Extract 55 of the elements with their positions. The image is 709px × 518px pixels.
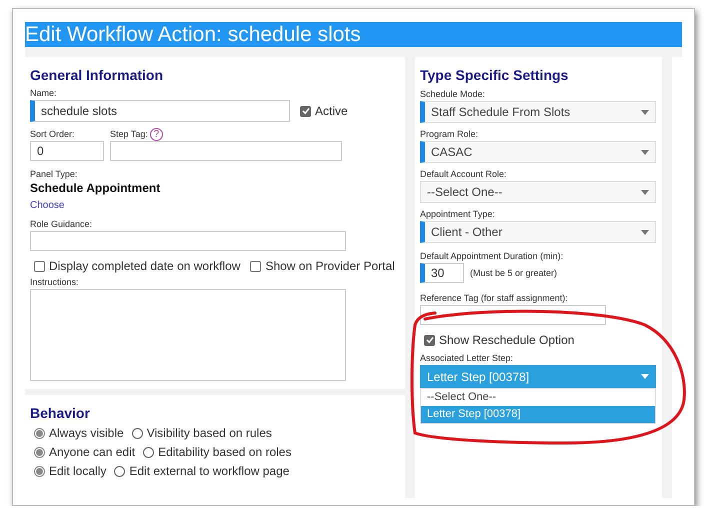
input-field[interactable]: 0 — [30, 141, 104, 161]
caret-icon — [641, 230, 649, 234]
caret-icon — [641, 374, 649, 379]
select-field[interactable]: Staff Schedule From Slots — [420, 101, 656, 123]
select-field[interactable]: --Select One-- — [420, 181, 656, 203]
caret-icon — [641, 190, 649, 194]
field-label: Name: — [30, 88, 58, 98]
radio-label: Edit locally — [49, 464, 106, 478]
radio-label: Anyone can edit — [49, 445, 136, 459]
input-field[interactable] — [110, 141, 342, 161]
field-label: Associated Letter Step: — [420, 353, 514, 363]
radio-button[interactable] — [143, 446, 154, 458]
section-heading: Behavior — [30, 405, 91, 421]
field-label: Role Guidance: — [30, 219, 94, 229]
radio-label: Edit external to workflow page — [129, 464, 290, 478]
field-label: Appointment Type: — [420, 209, 496, 219]
checkbox[interactable] — [250, 260, 262, 272]
window-title: Edit Workflow Action: schedule slots — [25, 22, 682, 47]
field-label: Default Account Role: — [420, 169, 508, 179]
field-label: Default Appointment Duration (min): — [420, 251, 564, 261]
input-field[interactable]: 30 — [420, 263, 464, 283]
radio-button[interactable] — [34, 466, 45, 476]
section-heading: Type Specific Settings — [420, 67, 570, 83]
section-heading: General Information — [30, 67, 164, 83]
field-label: Sort Order: — [30, 129, 76, 139]
checkbox-label: Display completed date on workflow — [49, 259, 240, 273]
field-label: Schedule Mode: — [420, 89, 486, 99]
field-label: Step Tag: — [110, 129, 148, 139]
checkbox[interactable] — [300, 106, 311, 116]
radio-label: Editability based on roles — [158, 445, 292, 459]
choose-link[interactable]: Choose — [30, 200, 64, 211]
radio-button[interactable] — [114, 466, 126, 476]
checkbox-label: Show Reschedule Option — [439, 333, 574, 347]
radio-button[interactable] — [34, 428, 45, 438]
radio-label: Visibility based on rules — [146, 426, 272, 440]
field-label: Panel Type: — [30, 169, 78, 179]
radio-button[interactable] — [132, 428, 143, 438]
checkbox[interactable] — [34, 260, 45, 272]
checkbox-label: Show on Provider Portal — [265, 259, 395, 273]
instructions-field[interactable] — [30, 289, 346, 381]
field-label: Program Role: — [420, 129, 480, 139]
select-field[interactable]: Client - Other — [420, 221, 656, 243]
radio-button[interactable] — [34, 446, 45, 458]
input-field[interactable]: schedule slots — [30, 100, 290, 122]
panel-type-value: Schedule Appointment — [30, 181, 162, 195]
caret-icon — [641, 110, 649, 114]
field-label: Reference Tag (for staff assignment): — [420, 293, 569, 303]
caret-icon — [641, 150, 649, 154]
radio-label: Always visible — [49, 426, 124, 440]
checkbox-label: Active — [315, 104, 348, 118]
hint-text: (Must be 5 or greater) — [470, 268, 558, 278]
field-label: Instructions: — [30, 277, 80, 287]
input-field[interactable] — [30, 231, 346, 251]
select-field[interactable]: CASAC — [420, 141, 656, 163]
checkbox[interactable] — [424, 334, 435, 346]
